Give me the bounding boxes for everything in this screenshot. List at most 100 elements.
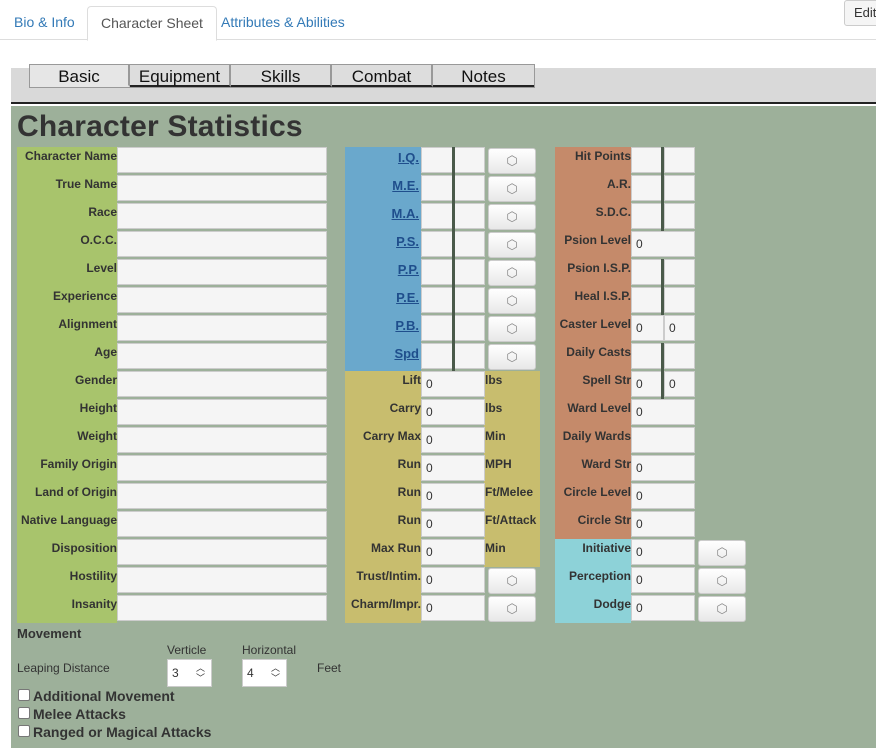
stat-max-input[interactable] <box>664 343 695 369</box>
stat-max-input[interactable] <box>664 175 695 201</box>
stat-value-input[interactable]: 0 <box>631 483 695 509</box>
attribute-label[interactable]: Spd <box>345 346 419 361</box>
physical-value-input[interactable]: 0 <box>421 511 485 537</box>
roll-dice-button[interactable]: ⬡ <box>488 232 536 258</box>
roll-dice-button[interactable]: ⬡ <box>488 260 536 286</box>
bio-field-input[interactable] <box>117 287 327 313</box>
subtab-equipment[interactable]: Equipment <box>130 65 231 87</box>
stat-value-input[interactable] <box>631 427 695 453</box>
bio-field-input[interactable] <box>117 427 327 453</box>
stat-value-input[interactable] <box>631 175 664 201</box>
roll-dice-button[interactable]: ⬡ <box>488 148 536 174</box>
stat-max-input[interactable] <box>664 259 695 285</box>
attribute-value-input[interactable] <box>421 203 454 229</box>
stat-value-input[interactable]: 0 <box>631 511 695 537</box>
roll-dice-button[interactable]: ⬡ <box>488 204 536 230</box>
attribute-label[interactable]: P.E. <box>345 290 419 305</box>
stat-value-input[interactable]: 0 <box>631 455 695 481</box>
roll-dice-button[interactable]: ⬡ <box>488 316 536 342</box>
subtab-combat[interactable]: Combat <box>332 65 433 87</box>
roll-dice-button[interactable]: ⬡ <box>698 596 746 622</box>
attribute-value-input[interactable] <box>421 315 454 341</box>
roll-dice-button[interactable]: ⬡ <box>698 540 746 566</box>
attribute-value-input[interactable] <box>421 175 454 201</box>
bio-field-input[interactable] <box>117 511 327 537</box>
stat-value-input[interactable] <box>631 343 664 369</box>
attribute-value-input[interactable] <box>421 231 454 257</box>
attribute-label[interactable]: P.S. <box>345 234 419 249</box>
bio-field-input[interactable] <box>117 567 327 593</box>
attribute-value-input[interactable] <box>421 287 454 313</box>
stat-max-input[interactable] <box>664 147 695 173</box>
stat-value-input[interactable] <box>631 147 664 173</box>
stat-value-input[interactable]: 0 <box>631 315 664 341</box>
edit-button[interactable]: Edit <box>844 0 876 26</box>
stat-value-input[interactable]: 0 <box>631 399 695 425</box>
bio-field-input[interactable] <box>117 455 327 481</box>
stat-value-input[interactable]: 0 <box>631 371 664 397</box>
attribute-label[interactable]: M.A. <box>345 206 419 221</box>
attribute-bonus-input[interactable] <box>454 203 485 229</box>
bio-field-input[interactable] <box>117 343 327 369</box>
verticle-stepper[interactable]: 3 ︿ ﹀ <box>167 659 212 687</box>
attribute-label[interactable]: P.B. <box>345 318 419 333</box>
stat-value-input[interactable] <box>631 287 664 313</box>
attribute-bonus-input[interactable] <box>454 343 485 369</box>
stat-value-input[interactable] <box>631 259 664 285</box>
stat-value-input[interactable]: 0 <box>631 231 695 257</box>
physical-value-input[interactable]: 0 <box>421 539 485 565</box>
stepper-arrows-icon[interactable]: ︿ ﹀ <box>196 663 205 683</box>
bio-field-input[interactable] <box>117 539 327 565</box>
bio-field-input[interactable] <box>117 231 327 257</box>
attribute-label[interactable]: P.P. <box>345 262 419 277</box>
roll-dice-button[interactable]: ⬡ <box>488 176 536 202</box>
attribute-bonus-input[interactable] <box>454 315 485 341</box>
stepper-arrows-icon[interactable]: ︿ ﹀ <box>271 663 280 683</box>
physical-value-input[interactable]: 0 <box>421 371 485 397</box>
combat-value-input[interactable]: 0 <box>631 567 695 593</box>
stat-max-input[interactable] <box>664 287 695 313</box>
roll-dice-button[interactable]: ⬡ <box>488 596 536 622</box>
physical-value-input[interactable]: 0 <box>421 427 485 453</box>
tab-attributes-abilities[interactable]: Attributes & Abilities <box>208 6 358 40</box>
attribute-bonus-input[interactable] <box>454 287 485 313</box>
stat-value-input[interactable] <box>631 203 664 229</box>
ranged-magical-attacks-checkbox[interactable] <box>18 725 30 737</box>
roll-dice-button[interactable]: ⬡ <box>488 568 536 594</box>
attribute-label[interactable]: I.Q. <box>345 150 419 165</box>
stat-max-input[interactable]: 0 <box>664 371 695 397</box>
attribute-label[interactable]: M.E. <box>345 178 419 193</box>
physical-value-input[interactable]: 0 <box>421 483 485 509</box>
bio-field-input[interactable] <box>117 175 327 201</box>
social-value-input[interactable]: 0 <box>421 567 485 593</box>
physical-value-input[interactable]: 0 <box>421 399 485 425</box>
physical-value-input[interactable]: 0 <box>421 455 485 481</box>
roll-dice-button[interactable]: ⬡ <box>488 288 536 314</box>
combat-value-input[interactable]: 0 <box>631 539 695 565</box>
stat-max-input[interactable] <box>664 203 695 229</box>
attribute-bonus-input[interactable] <box>454 231 485 257</box>
roll-dice-button[interactable]: ⬡ <box>698 568 746 594</box>
roll-dice-button[interactable]: ⬡ <box>488 344 536 370</box>
attribute-value-input[interactable] <box>421 147 454 173</box>
bio-field-input[interactable] <box>117 399 327 425</box>
subtab-notes[interactable]: Notes <box>433 65 534 87</box>
subtab-skills[interactable]: Skills <box>231 65 332 87</box>
bio-field-input[interactable] <box>117 147 327 173</box>
attribute-value-input[interactable] <box>421 259 454 285</box>
attribute-value-input[interactable] <box>421 343 454 369</box>
stat-max-input[interactable]: 0 <box>664 315 695 341</box>
bio-field-input[interactable] <box>117 595 327 621</box>
tab-character-sheet[interactable]: Character Sheet <box>87 6 217 41</box>
bio-field-input[interactable] <box>117 483 327 509</box>
additional-movement-checkbox[interactable] <box>18 689 30 701</box>
bio-field-input[interactable] <box>117 259 327 285</box>
tab-bio-info[interactable]: Bio & Info <box>1 6 88 40</box>
bio-field-input[interactable] <box>117 371 327 397</box>
attribute-bonus-input[interactable] <box>454 259 485 285</box>
horizontal-stepper[interactable]: 4 ︿ ﹀ <box>242 659 287 687</box>
melee-attacks-checkbox[interactable] <box>18 707 30 719</box>
combat-value-input[interactable]: 0 <box>631 595 695 621</box>
attribute-bonus-input[interactable] <box>454 147 485 173</box>
subtab-basic[interactable]: Basic <box>30 65 130 87</box>
